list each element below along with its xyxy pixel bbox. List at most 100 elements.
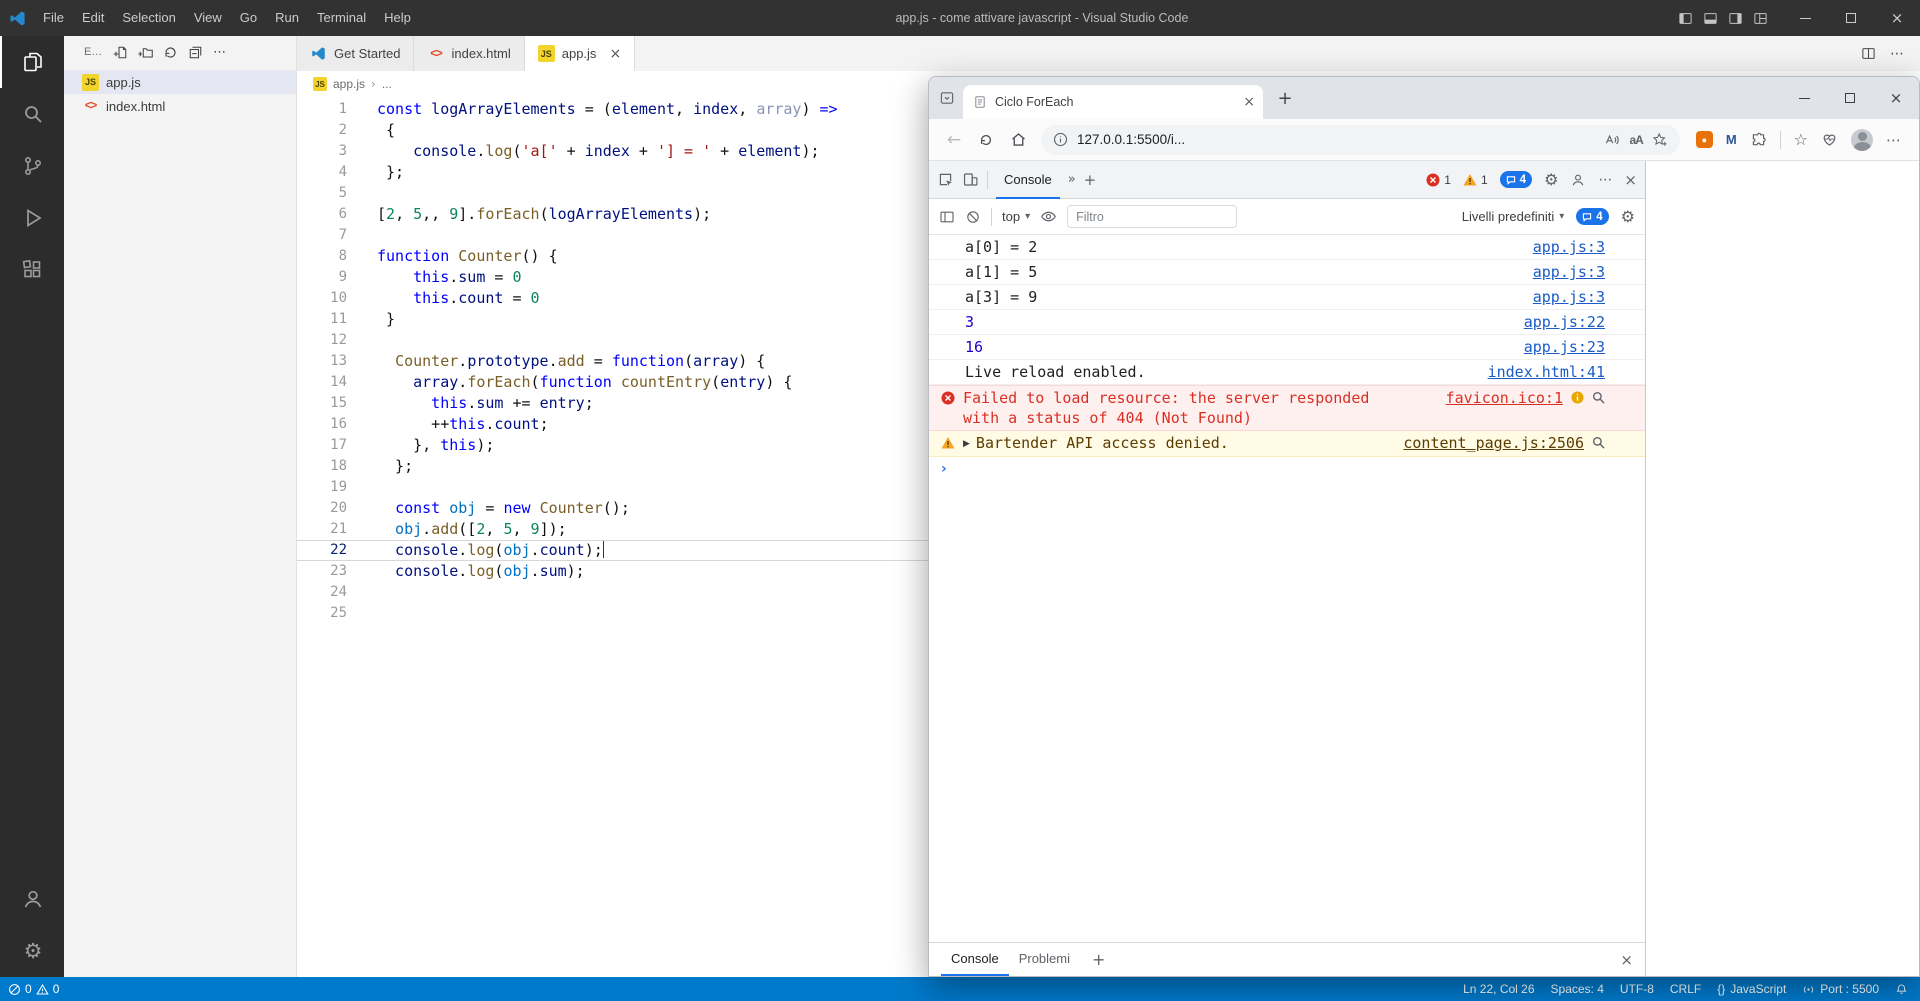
console-row[interactable]: Live reload enabled. index.html:41: [929, 360, 1645, 385]
settings-gear-icon[interactable]: ⚙: [0, 925, 64, 977]
menu-file[interactable]: File: [34, 0, 73, 36]
back-icon[interactable]: ←: [939, 125, 969, 155]
address-bar[interactable]: 127.0.0.1:5500/i... aA: [1041, 124, 1680, 155]
console-row[interactable]: a[1] = 5 app.js:3: [929, 260, 1645, 285]
close-tab-icon[interactable]: ×: [609, 46, 621, 62]
browser-close-button[interactable]: ×: [1873, 77, 1919, 119]
console-source-link[interactable]: content_page.js:2506: [1403, 433, 1584, 453]
explorer-icon[interactable]: [0, 36, 64, 88]
console-source-link[interactable]: app.js:3: [1533, 237, 1605, 257]
more-panels-icon[interactable]: »: [1068, 172, 1076, 187]
close-tab-icon[interactable]: ×: [1243, 94, 1255, 110]
console-row[interactable]: 16 app.js:23: [929, 335, 1645, 360]
tab-title[interactable]: Ciclo ForEach: [995, 95, 1235, 109]
console-filter-input[interactable]: [1067, 205, 1238, 228]
console-source-link[interactable]: app.js:22: [1524, 312, 1605, 332]
notifications-bell-icon[interactable]: [1895, 983, 1908, 996]
more-actions-icon[interactable]: ⋯: [213, 45, 226, 60]
editor-tab-index-html[interactable]: <> index.html: [414, 36, 525, 71]
add-panel-icon[interactable]: +: [1084, 171, 1097, 189]
menu-help[interactable]: Help: [375, 0, 420, 36]
console-row[interactable]: a[0] = 2 app.js:3: [929, 235, 1645, 260]
breadcrumb-file[interactable]: app.js: [333, 77, 365, 91]
breadcrumb-ellipsis[interactable]: ...: [382, 77, 392, 91]
toggle-sidebar-icon[interactable]: [1678, 11, 1693, 26]
devtools-more-icon[interactable]: ⋯: [1598, 172, 1612, 188]
cursor-position[interactable]: Ln 22, Col 26: [1463, 982, 1534, 996]
refresh-icon[interactable]: [163, 45, 178, 60]
search-similar-icon[interactable]: [1592, 436, 1605, 449]
devtools-tab-console[interactable]: Console: [996, 162, 1060, 199]
editor-tab-app-js[interactable]: JS app.js ×: [524, 36, 636, 71]
editor-more-actions-icon[interactable]: ⋯: [1890, 46, 1904, 62]
browser-maximize-button[interactable]: [1827, 77, 1873, 119]
extension-m-icon[interactable]: M: [1726, 132, 1737, 147]
browser-page-content[interactable]: [1646, 161, 1919, 976]
add-favorite-icon[interactable]: [1652, 132, 1668, 148]
menu-terminal[interactable]: Terminal: [308, 0, 375, 36]
drawer-tab-console[interactable]: Console: [941, 943, 1009, 976]
console-row[interactable]: ▶ Bartender API access denied. content_pag…: [929, 431, 1645, 457]
menu-view[interactable]: View: [185, 0, 231, 36]
live-server-port[interactable]: Port : 5500: [1802, 982, 1879, 996]
run-debug-icon[interactable]: [0, 192, 64, 244]
file-index-html[interactable]: <> index.html: [64, 94, 296, 118]
execution-context-selector[interactable]: top ▾: [1002, 209, 1030, 224]
file-app-js[interactable]: JS app.js: [64, 70, 296, 94]
errors-badge[interactable]: 1: [1426, 173, 1451, 187]
new-folder-icon[interactable]: [138, 45, 153, 60]
menu-go[interactable]: Go: [231, 0, 266, 36]
console-row[interactable]: Failed to load resource: the server resp…: [929, 385, 1645, 431]
console-row[interactable]: 3 app.js:22: [929, 310, 1645, 335]
browser-minimize-button[interactable]: [1781, 77, 1827, 119]
profile-avatar[interactable]: [1851, 128, 1873, 151]
expand-arrow-icon[interactable]: ▶: [963, 434, 970, 454]
site-info-icon[interactable]: [1053, 132, 1068, 147]
account-icon[interactable]: [0, 873, 64, 925]
indentation[interactable]: Spaces: 4: [1551, 982, 1604, 996]
vscode-logo-icon[interactable]: [0, 10, 34, 27]
drawer-tab-problemi[interactable]: Problemi: [1009, 943, 1080, 976]
console-row[interactable]: ›: [929, 457, 1645, 482]
refresh-icon[interactable]: [971, 125, 1001, 155]
messages-count-chip[interactable]: 4: [1576, 208, 1609, 225]
home-icon[interactable]: [1003, 125, 1033, 155]
live-expression-eye-icon[interactable]: [1040, 208, 1057, 225]
inspect-element-icon[interactable]: [937, 171, 954, 188]
console-source-link[interactable]: app.js:3: [1533, 262, 1605, 282]
devtools-settings-gear-icon[interactable]: ⚙: [1544, 170, 1558, 189]
drawer-add-tab-icon[interactable]: +: [1084, 950, 1113, 969]
new-file-icon[interactable]: [113, 45, 128, 60]
search-similar-icon[interactable]: [1592, 391, 1605, 404]
console-sidebar-icon[interactable]: [939, 209, 955, 225]
issue-info-icon[interactable]: [1571, 391, 1584, 404]
encoding[interactable]: UTF-8: [1620, 982, 1654, 996]
console-messages[interactable]: a[0] = 2 app.js:3 a[1] = 5 app.js:3 a[3] = 9…: [929, 235, 1645, 942]
eol-sequence[interactable]: CRLF: [1670, 982, 1701, 996]
console-source-link[interactable]: app.js:23: [1524, 337, 1605, 357]
toggle-panel-icon[interactable]: [1703, 11, 1718, 26]
log-levels-selector[interactable]: Livelli predefiniti ▾: [1462, 209, 1565, 224]
tab-actions-menu-icon[interactable]: [939, 90, 955, 106]
console-settings-gear-icon[interactable]: ⚙: [1621, 207, 1635, 226]
browser-menu-icon[interactable]: ⋯: [1886, 131, 1901, 149]
close-button[interactable]: ×: [1874, 0, 1920, 36]
source-control-icon[interactable]: [0, 140, 64, 192]
feedback-icon[interactable]: [1570, 172, 1586, 188]
maximize-button[interactable]: [1828, 0, 1874, 36]
devtools-close-icon[interactable]: ×: [1624, 171, 1637, 189]
menu-edit[interactable]: Edit: [73, 0, 113, 36]
console-source-link[interactable]: index.html:41: [1488, 362, 1605, 382]
favorites-icon[interactable]: ☆: [1794, 130, 1808, 149]
console-source-link[interactable]: favicon.ico:1: [1446, 388, 1563, 408]
translate-icon[interactable]: aA: [1629, 133, 1643, 147]
url-text[interactable]: 127.0.0.1:5500/i...: [1077, 132, 1595, 147]
extensions-icon[interactable]: [0, 244, 64, 296]
split-editor-icon[interactable]: [1861, 46, 1876, 61]
messages-badge[interactable]: 4: [1499, 171, 1533, 188]
browser-tab[interactable]: Ciclo ForEach ×: [963, 85, 1263, 119]
device-toolbar-icon[interactable]: [962, 171, 979, 188]
minimize-button[interactable]: [1782, 0, 1828, 36]
menu-selection[interactable]: Selection: [113, 0, 184, 36]
new-tab-button[interactable]: +: [1271, 84, 1299, 112]
